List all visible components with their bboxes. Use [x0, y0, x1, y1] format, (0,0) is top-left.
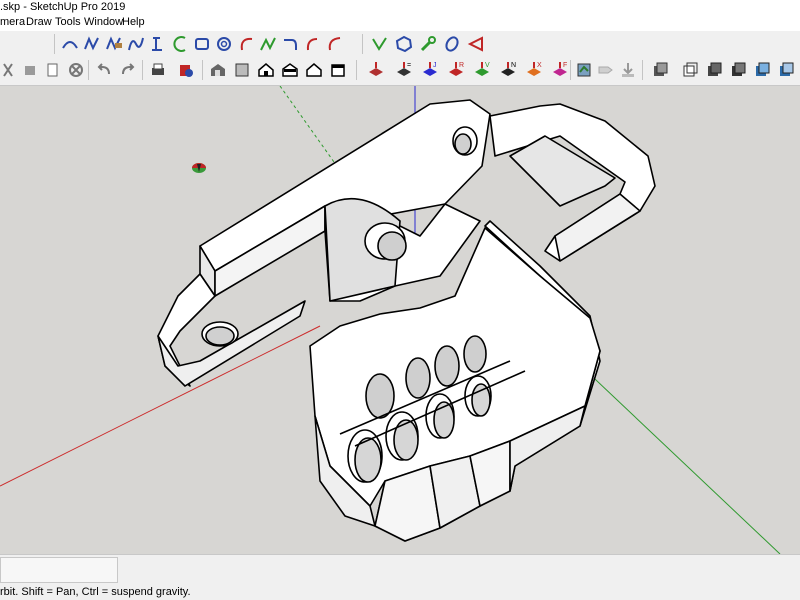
axis-tool-blue-icon[interactable]: J — [420, 60, 440, 80]
cone-icon[interactable] — [466, 34, 486, 54]
axis-tool-equal-icon[interactable]: = — [394, 60, 414, 80]
window-title: .skp - SketchUp Pro 2019 — [0, 1, 126, 13]
toolbar-separator — [570, 60, 571, 80]
back-view-icon[interactable] — [280, 60, 300, 80]
toolbar-row-curves — [0, 31, 800, 57]
menu-camera[interactable]: mera — [0, 14, 25, 31]
front-view-icon[interactable] — [232, 60, 252, 80]
axis-tool-red-icon[interactable] — [366, 60, 386, 80]
axis-tool-n-icon[interactable]: N — [498, 60, 518, 80]
toolbar-row-main: = J R V N X F — [0, 57, 800, 83]
curve-icon[interactable] — [258, 34, 278, 54]
print-icon[interactable] — [148, 60, 168, 80]
bezier-tool-icon[interactable] — [126, 34, 146, 54]
status-hint: rbit. Shift = Pan, Ctrl = suspend gravit… — [0, 586, 191, 598]
rectangle-icon[interactable] — [192, 34, 212, 54]
menu-window[interactable]: Window — [84, 14, 123, 31]
arc-tool-icon[interactable] — [60, 34, 80, 54]
hidden-line-icon[interactable] — [728, 60, 748, 80]
axis-label: = — [407, 62, 411, 69]
axis-label: X — [537, 62, 542, 69]
menu-help[interactable]: Help — [122, 14, 145, 31]
left-view-icon[interactable] — [304, 60, 324, 80]
toolbar-separator — [88, 60, 89, 80]
axis-label: R — [459, 62, 464, 69]
toolbar-separator — [54, 34, 55, 54]
spiral-icon[interactable] — [214, 34, 234, 54]
eraser-curve-icon[interactable] — [104, 34, 124, 54]
menu-draw[interactable]: Draw — [26, 14, 52, 31]
ellipse-icon[interactable] — [442, 34, 462, 54]
stamp-icon[interactable] — [20, 60, 40, 80]
toolbar-separator — [362, 34, 363, 54]
menu-tools[interactable]: Tools — [55, 14, 81, 31]
tag-icon[interactable] — [596, 60, 616, 80]
scissors-icon[interactable] — [0, 60, 18, 80]
page-icon[interactable] — [42, 60, 62, 80]
wireframe-icon[interactable] — [704, 60, 724, 80]
polyline-tool-icon[interactable] — [148, 34, 168, 54]
3d-model[interactable] — [157, 99, 656, 542]
arc-pie-icon[interactable] — [280, 34, 300, 54]
map-icon[interactable] — [574, 60, 594, 80]
toolbar-separator — [642, 60, 643, 80]
shaded-icon[interactable] — [752, 60, 772, 80]
axis-tool-v-icon[interactable]: V — [472, 60, 492, 80]
toolbar-separator — [142, 60, 143, 80]
axis-label: F — [563, 62, 567, 69]
iso-view-icon[interactable] — [208, 60, 228, 80]
red-axis-line — [0, 325, 321, 487]
arc-red-icon[interactable] — [302, 34, 322, 54]
top-view-icon[interactable] — [256, 60, 276, 80]
axis-label: V — [485, 62, 490, 69]
polygon-icon[interactable] — [394, 34, 414, 54]
menu-bar: mera Draw Tools Window Help — [0, 14, 800, 31]
toolbar-separator — [356, 60, 357, 80]
line-icon[interactable] — [370, 34, 390, 54]
arrow-down-icon[interactable] — [618, 60, 638, 80]
status-indicator-box — [0, 557, 118, 583]
status-bar: rbit. Shift = Pan, Ctrl = suspend gravit… — [0, 584, 800, 600]
axis-label: N — [511, 62, 516, 69]
toolbar-separator — [202, 60, 203, 80]
shaded-texture-icon[interactable] — [776, 60, 796, 80]
back-edges-icon[interactable] — [680, 60, 700, 80]
right-view-icon[interactable] — [328, 60, 348, 80]
freehand-tool-icon[interactable] — [82, 34, 102, 54]
arc-2pt-icon[interactable] — [170, 34, 190, 54]
arc-red-2-icon[interactable] — [324, 34, 344, 54]
axis-tool-x-icon[interactable]: X — [524, 60, 544, 80]
toolbar-area: = J R V N X F — [0, 31, 800, 86]
undo-icon[interactable] — [94, 60, 114, 80]
arc-3pt-icon[interactable] — [236, 34, 256, 54]
xray-icon[interactable] — [650, 60, 670, 80]
wrench-icon[interactable] — [418, 34, 438, 54]
axis-tool-f-icon[interactable]: F — [550, 60, 570, 80]
status-area — [0, 554, 800, 585]
axis-tool-r-icon[interactable]: R — [446, 60, 466, 80]
orbit-cursor-icon — [192, 163, 206, 173]
drawing-viewport[interactable] — [0, 86, 800, 554]
redo-icon[interactable] — [118, 60, 138, 80]
cancel-icon[interactable] — [66, 60, 86, 80]
axis-label: J — [433, 62, 437, 69]
model-info-icon[interactable] — [176, 60, 196, 80]
title-bar: .skp - SketchUp Pro 2019 — [0, 0, 800, 14]
